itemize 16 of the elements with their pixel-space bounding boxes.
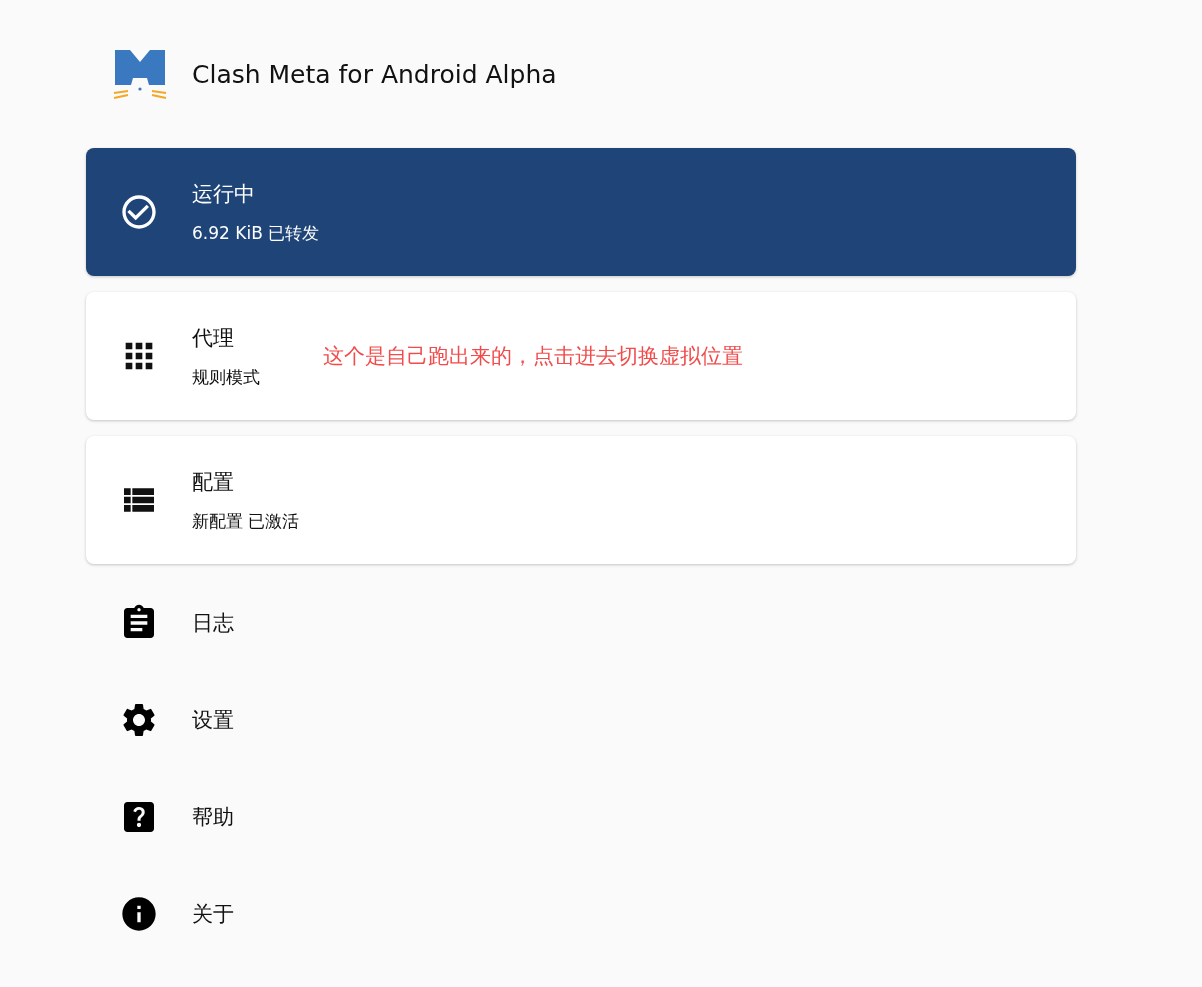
menu-item[interactable]: 关于 (192, 899, 234, 928)
card-title: 运行中 (192, 180, 256, 208)
menu-item[interactable]: 日志 (192, 608, 234, 637)
card-title: 代理 (192, 324, 235, 352)
nav-card[interactable]: 代理 规则模式 这个是自己跑出来的，点击进去切换虚拟位置 (86, 292, 1076, 420)
menu-item[interactable]: 设置 (192, 705, 234, 734)
menu-item[interactable]: 帮助 (192, 802, 234, 831)
card-title: 配置 (192, 468, 235, 496)
app-title: Clash Meta for Android Alpha (192, 59, 557, 89)
cat-logo-icon (112, 47, 168, 101)
card-subtitle: 6.92 KiB 已转发 (192, 221, 320, 245)
status-card[interactable]: 运行中 6.92 KiB 已转发 (86, 148, 1076, 276)
annotation-text: 这个是自己跑出来的，点击进去切换虚拟位置 (323, 343, 743, 370)
nav-card[interactable]: 配置 新配置 已激活 (86, 436, 1076, 564)
card-subtitle: 规则模式 (192, 365, 260, 389)
card-subtitle: 新配置 已激活 (192, 509, 300, 533)
